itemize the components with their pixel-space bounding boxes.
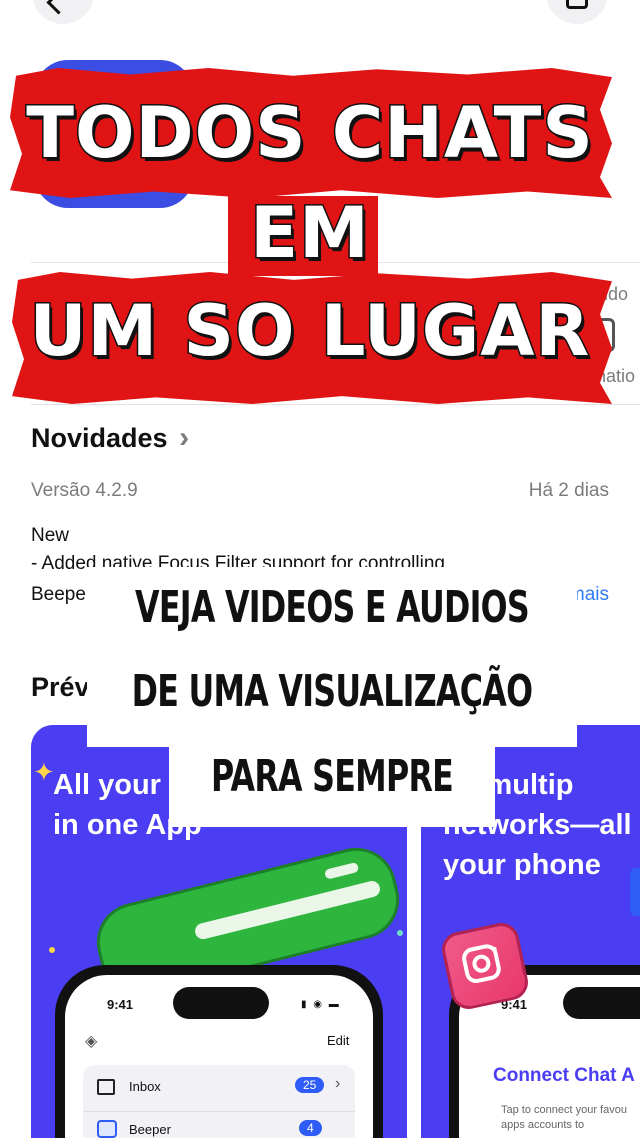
edit-button[interactable]: Edit [327, 1033, 349, 1048]
list-item-label: Beeper [129, 1122, 171, 1137]
count-badge: 4 [299, 1120, 322, 1136]
list-item-label: Inbox [129, 1079, 161, 1094]
share-icon [566, 0, 588, 9]
banner-title-line3: UM SO LUGAR [28, 289, 591, 374]
list-item[interactable]: Beeper 4 [83, 1111, 355, 1138]
dynamic-island [563, 987, 640, 1019]
sparkle-icon: ✦ [33, 757, 55, 787]
whats-new-title: Novidades [31, 423, 168, 453]
divider [31, 404, 640, 405]
inbox-list: Inbox 25 › Beeper 4 [83, 1065, 355, 1138]
banner-title-line2: EM [249, 191, 370, 276]
whats-new-link[interactable]: Novidades › [31, 421, 189, 455]
caption-line3: PARA SEMPRE [210, 751, 454, 802]
caption-line2: DE UMA VISUALIZAÇÃO [131, 666, 533, 717]
chevron-right-icon: › [335, 1075, 341, 1092]
banner-title-line1: TODOS CHATS [25, 91, 595, 176]
dynamic-island [173, 987, 269, 1019]
version-label: Versão 4.2.9 [31, 480, 138, 501]
layers-icon: ◈ [85, 1033, 98, 1050]
app-icon-fragment [630, 868, 640, 916]
beeper-icon [97, 1120, 117, 1138]
phone-frame: 9:41 ▮ ◉ ▬ ◈ Edit Inbox 25 › Beeper 4 [55, 965, 383, 1138]
caption-line1: VEJA VIDEOS E AUDIOS [135, 582, 530, 633]
inbox-icon [97, 1079, 115, 1095]
status-time: 9:41 [107, 997, 134, 1012]
phone-screen: 9:41 ▮ ◉ ▬ ◈ Edit Inbox 25 › Beeper 4 [65, 975, 373, 1138]
release-notes-line1: New [31, 525, 70, 546]
dot-decoration [397, 930, 403, 936]
connect-title: Connect Chat A [493, 1065, 635, 1086]
release-date: Há 2 dias [528, 480, 609, 501]
list-item[interactable]: Inbox 25 › [83, 1065, 355, 1109]
release-notes-line3: Beepe [31, 584, 86, 605]
connect-subtitle: Tap to connect your favou apps accounts … [501, 1104, 627, 1131]
status-icons: ▮ ◉ ▬ [301, 999, 341, 1010]
chevron-right-icon: › [179, 421, 190, 454]
count-badge: 25 [295, 1077, 325, 1093]
instagram-icon [438, 919, 532, 1013]
preview-title: Prév [31, 672, 90, 702]
dot-decoration [49, 947, 55, 953]
